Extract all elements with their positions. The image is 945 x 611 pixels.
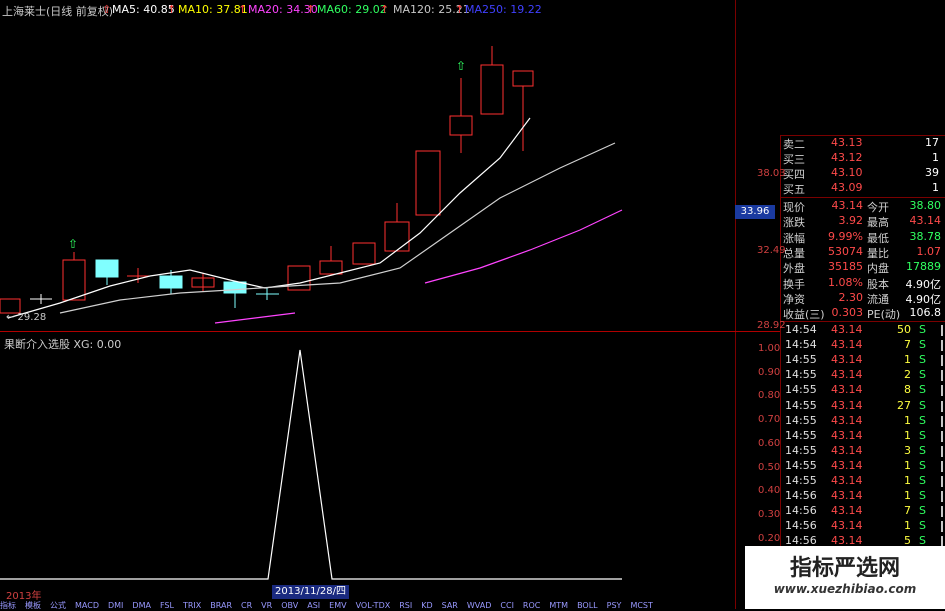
trade-row: 14:54 43.14 50 S	[785, 323, 945, 338]
candle	[449, 115, 473, 136]
quote-stat-row: 总量 53074 量比 1.07	[783, 244, 941, 260]
trade-row: 14:56 43.14 1 S	[785, 519, 945, 534]
ma-legend: 上海莱士(日线 前复权) ⇧ MA5: 40.85 ↑ MA10: 37.81 …	[0, 0, 735, 18]
price-axis-label: 32.49	[757, 245, 786, 256]
low-price-label: ← 29.28	[6, 312, 47, 323]
ma5-arrow-icon: ⇧	[102, 3, 112, 16]
indicator-chart[interactable]	[0, 332, 735, 584]
price-axis-label: 38.03	[757, 168, 786, 179]
ma5-label: MA5: 40.85	[112, 3, 175, 16]
indicator-axis-label: 0.30	[758, 508, 781, 520]
orderbook-row: 买三 43.12 1	[783, 151, 939, 166]
ma-line	[214, 312, 296, 324]
orderbook-row: 卖二 43.13 17	[783, 136, 939, 151]
indicator-axis-label: 0.90	[758, 366, 781, 378]
trade-row: 14:55 43.14 27 S	[785, 399, 945, 414]
ma20-arrow-icon: ↑	[238, 3, 248, 16]
trade-row: 14:55 43.14 1 S	[785, 414, 945, 429]
candle	[62, 259, 86, 301]
trade-row: 14:56 43.14 1 S	[785, 489, 945, 504]
ma250-arrow-icon: ↑	[455, 3, 465, 16]
quote-stat-row: 收益(三) 0.303 PE(动) 106.8	[783, 306, 941, 322]
quote-stat-row: 涨跌 3.92 最高 43.14	[783, 214, 941, 230]
watermark-title: 指标严选网	[789, 556, 900, 581]
quote-stat-row: 现价 43.14 今开 38.80	[783, 199, 941, 214]
candles	[0, 46, 534, 314]
ma120-arrow-icon: ↑	[380, 3, 390, 16]
ma60-arrow-icon: ↑	[306, 3, 316, 16]
quote-stat-row: 外盘 35185 内盘 17889	[783, 260, 941, 276]
candle	[512, 70, 534, 87]
indicator-axis-label: 0.50	[758, 461, 781, 473]
orderbook-row: 买五 43.09 1	[783, 181, 939, 196]
ma-line	[424, 209, 623, 284]
quote-stat-row: 净资 2.30 流通 4.90亿	[783, 290, 941, 306]
candle	[352, 242, 376, 265]
buy-signal-icon: ⇧	[68, 237, 78, 251]
quote-stat-row: 换手 1.08% 股本 4.90亿	[783, 275, 941, 291]
ma60-label: MA60: 29.02	[317, 3, 387, 16]
indicator-axis-label: 0.20	[758, 532, 781, 544]
trade-row: 14:55 43.14 8 S	[785, 383, 945, 398]
candle	[480, 64, 504, 115]
watermark: 指标严选网 www.xuezhibiao.com	[745, 546, 945, 609]
candle	[319, 260, 343, 275]
trade-row: 14:55 43.14 1 S	[785, 459, 945, 474]
cursor-date: 2013/11/28/四	[272, 585, 350, 599]
indicator-axis-label: 0.60	[758, 437, 781, 449]
candle	[415, 150, 441, 216]
main-vertical-divider	[735, 0, 736, 609]
orderbook-row: 买四 43.10 39	[783, 166, 939, 181]
bottom-bar: 2013年 2013/11/28/四 指标 模板 公式 MACD DMI DMA FSL TR…	[0, 585, 735, 610]
indicator-axis-label: 0.40	[758, 485, 781, 497]
candle	[384, 221, 410, 252]
watermark-url: www.xuezhibiao.com	[773, 582, 917, 596]
quote-stat-row: 涨幅 9.99% 最低 38.78	[783, 229, 941, 245]
indicator-axis-label: 1.00	[758, 343, 781, 354]
candle	[95, 259, 119, 278]
chart-title: 上海莱士(日线 前复权)	[2, 5, 114, 18]
candle	[0, 298, 21, 314]
candlestick-chart[interactable]: ⇧ ⇧	[0, 18, 735, 331]
ma-line	[59, 142, 616, 314]
ma10-arrow-icon: ↑	[167, 3, 177, 16]
trade-row: 14:56 43.14 7 S	[785, 504, 945, 519]
trade-row: 14:54 43.14 7 S	[785, 338, 945, 353]
trade-row: 14:55 43.14 2 S	[785, 368, 945, 383]
trade-row: 14:55 43.14 1 S	[785, 353, 945, 368]
ma250-label: MA250: 19.22	[465, 3, 542, 16]
indicator-axis-label: 0.70	[758, 414, 781, 426]
orderbook-divider	[780, 197, 945, 198]
trade-row: 14:55 43.14 1 S	[785, 429, 945, 444]
candle	[223, 281, 247, 294]
indicator-axis-label: 0.80	[758, 390, 781, 402]
price-axis-label: 28.92	[757, 320, 786, 331]
trade-row: 14:55 43.14 1 S	[785, 474, 945, 489]
xg-signal-line	[0, 349, 622, 580]
buy-signal-icon: ⇧	[456, 59, 466, 73]
trade-row: 14:55 43.14 3 S	[785, 444, 945, 459]
current-price-marker: 33.96	[735, 205, 775, 219]
